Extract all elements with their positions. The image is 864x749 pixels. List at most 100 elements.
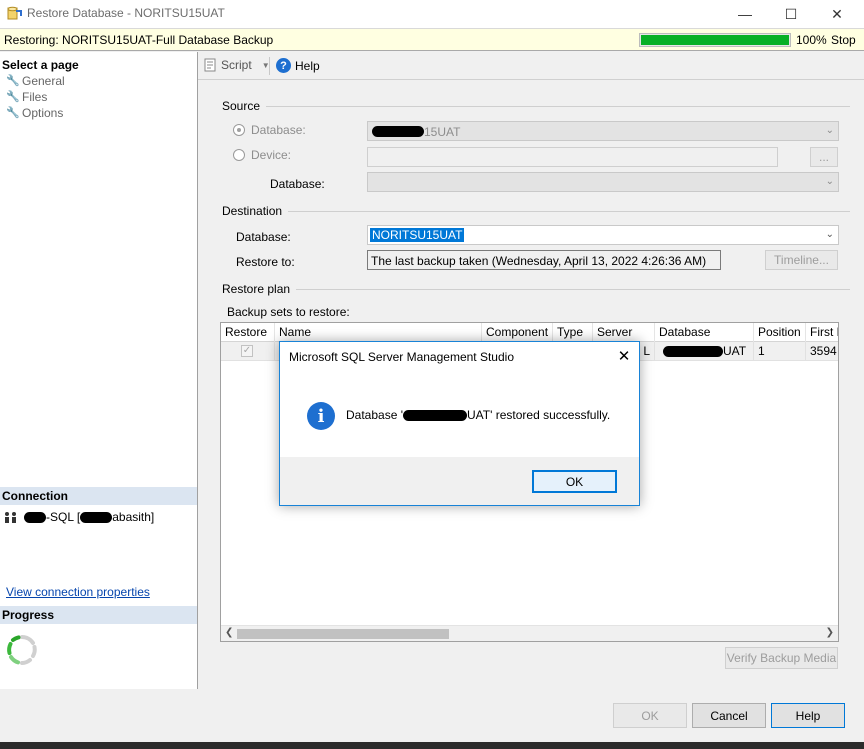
progress-bar-fill xyxy=(641,35,789,45)
source-group-header: Source xyxy=(222,99,850,113)
left-pane: Select a page 🔧 General 🔧 Files 🔧 Option… xyxy=(0,52,198,689)
maximize-button[interactable]: ☐ xyxy=(768,0,814,28)
dialog-footer: OK xyxy=(280,457,639,505)
source-backup-database-select[interactable]: ⌄ xyxy=(367,172,839,192)
wrench-icon: 🔧 xyxy=(6,75,20,87)
restore-database-icon xyxy=(6,5,22,21)
redacted-text xyxy=(80,512,113,524)
chevron-down-icon: ⌄ xyxy=(825,229,834,240)
progress-bar xyxy=(639,33,791,47)
connection-user: abasith] xyxy=(112,510,155,524)
first-lsn-cell: 3594 xyxy=(806,342,838,361)
device-input[interactable] xyxy=(367,147,778,167)
cancel-button[interactable]: Cancel xyxy=(692,703,766,728)
scroll-left-icon[interactable]: ❮ xyxy=(225,627,233,638)
script-label: Script xyxy=(221,58,252,72)
column-header-name[interactable]: Name xyxy=(275,323,482,342)
chevron-down-icon: ⌄ xyxy=(825,176,834,187)
information-icon: i xyxy=(307,402,335,430)
timeline-button[interactable]: Timeline... xyxy=(765,250,838,270)
scroll-right-icon[interactable]: ❯ xyxy=(826,627,834,638)
destination-database-value: NORITSU15UAT xyxy=(370,228,465,242)
column-header-type[interactable]: Type xyxy=(553,323,593,342)
view-connection-properties-link[interactable]: View connection properties xyxy=(6,585,150,599)
connection-header: Connection xyxy=(0,487,197,505)
restore-cell: ✓ xyxy=(221,342,275,361)
column-header-first-lsn[interactable]: First L xyxy=(806,323,838,342)
source-label: Source xyxy=(222,99,261,113)
destination-group-header: Destination xyxy=(222,204,850,218)
grid-header-row: Restore Name Component Type Server Datab… xyxy=(221,323,838,342)
dialog-title: Microsoft SQL Server Management Studio xyxy=(289,350,514,364)
dialog-ok-button[interactable]: OK xyxy=(532,470,617,493)
dialog-message: Database ' UAT' restored successfully. xyxy=(346,408,610,422)
source-database-value: 15UAT xyxy=(424,125,461,139)
column-header-restore[interactable]: Restore xyxy=(221,323,275,342)
dialog-close-button[interactable]: ✕ xyxy=(614,346,634,366)
connection-icon xyxy=(5,512,16,523)
redacted-text xyxy=(663,346,723,358)
page-item-general[interactable]: 🔧 General xyxy=(6,73,65,89)
verify-backup-media-button[interactable]: Verify Backup Media xyxy=(725,647,838,669)
redacted-text xyxy=(403,410,467,422)
stop-button[interactable]: Stop xyxy=(831,33,856,47)
window-title: Restore Database - NORITSU15UAT xyxy=(27,6,225,20)
device-radio[interactable]: Device: xyxy=(233,148,291,162)
help-icon: ? xyxy=(276,58,291,73)
select-page-header: Select a page xyxy=(2,58,79,72)
ok-button[interactable]: OK xyxy=(613,703,687,728)
destination-label: Destination xyxy=(222,204,283,218)
status-text: Restoring: NORITSU15UAT-Full Database Ba… xyxy=(4,33,274,47)
script-button[interactable]: Script ▼ xyxy=(203,58,270,72)
window-bottom-edge xyxy=(0,742,864,749)
connection-server: -SQL [ xyxy=(46,510,81,524)
page-item-files[interactable]: 🔧 Files xyxy=(6,89,47,105)
progress-percent: 100% xyxy=(796,33,827,47)
browse-device-button[interactable]: ... xyxy=(810,147,838,167)
redacted-text xyxy=(24,512,46,524)
title-bar: Restore Database - NORITSU15UAT — ☐ ✕ xyxy=(0,0,864,28)
progress-spinner-icon xyxy=(6,634,38,666)
restore-checkbox[interactable]: ✓ xyxy=(241,345,253,357)
restore-plan-group-header: Restore plan xyxy=(222,282,850,296)
page-item-options[interactable]: 🔧 Options xyxy=(6,105,63,121)
wrench-icon: 🔧 xyxy=(6,91,20,103)
destination-database-select[interactable]: NORITSU15UAT ⌄ xyxy=(367,225,839,245)
database-cell: UAT xyxy=(655,342,754,361)
restore-plan-label: Restore plan xyxy=(222,282,291,296)
script-icon xyxy=(204,58,216,72)
page-item-label: Options xyxy=(22,106,64,120)
chevron-down-icon: ⌄ xyxy=(825,125,834,136)
scrollbar-thumb[interactable] xyxy=(237,629,449,639)
radio-selected-icon xyxy=(233,124,245,136)
radio-unselected-icon xyxy=(233,149,245,161)
horizontal-scrollbar[interactable]: ❮ ❯ xyxy=(221,625,838,641)
help-toolbar-button[interactable]: ? Help xyxy=(276,58,320,73)
source-database-select[interactable]: 15UAT ⌄ xyxy=(367,121,839,141)
restore-status-bar: Restoring: NORITSU15UAT-Full Database Ba… xyxy=(0,28,864,51)
column-header-server[interactable]: Server xyxy=(593,323,655,342)
restore-to-label: Restore to: xyxy=(236,255,295,269)
dialog-message-prefix: Database ' xyxy=(346,408,403,422)
restore-to-field: The last backup taken (Wednesday, April … xyxy=(367,250,721,270)
connection-info: -SQL [ abasith] xyxy=(4,510,154,524)
database-radio-label: Database: xyxy=(251,123,306,137)
backup-sets-label: Backup sets to restore: xyxy=(227,305,350,319)
toolbar-separator xyxy=(269,57,270,75)
help-button[interactable]: Help xyxy=(771,703,845,728)
minimize-button[interactable]: — xyxy=(722,0,768,28)
destination-database-label: Database: xyxy=(236,230,291,244)
toolbar: Script ▼ ? Help xyxy=(198,52,864,80)
progress-header: Progress xyxy=(0,606,197,624)
close-window-button[interactable]: ✕ xyxy=(814,0,860,28)
column-header-component[interactable]: Component xyxy=(482,323,553,342)
device-radio-label: Device: xyxy=(251,148,292,162)
database-radio[interactable]: Database: xyxy=(233,123,306,137)
success-dialog: Microsoft SQL Server Management Studio ✕… xyxy=(279,341,640,506)
page-item-label: General xyxy=(22,74,65,88)
dialog-message-suffix: UAT' restored successfully. xyxy=(467,408,611,422)
database-cell-value: UAT xyxy=(723,344,747,358)
source-database-label: Database: xyxy=(270,177,325,191)
column-header-database[interactable]: Database xyxy=(655,323,754,342)
column-header-position[interactable]: Position xyxy=(754,323,806,342)
